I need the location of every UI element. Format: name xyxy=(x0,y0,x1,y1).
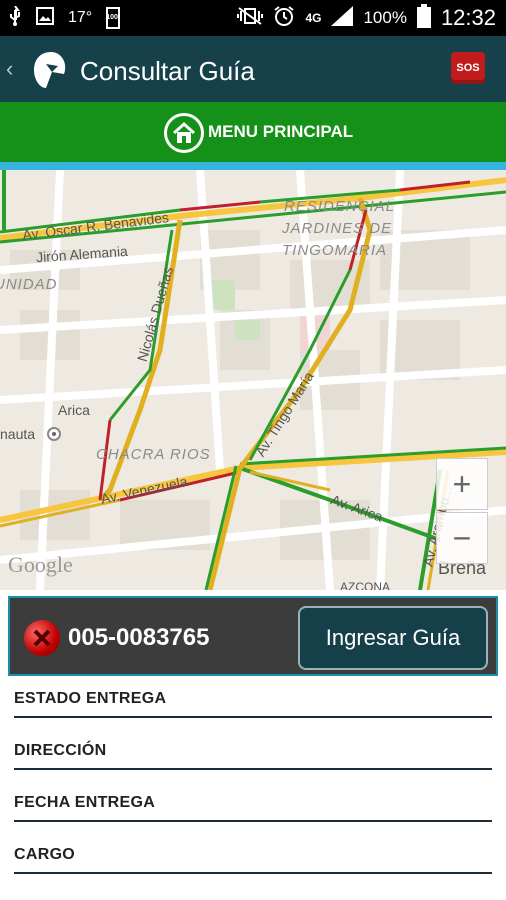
map-label-unidad: UNIDAD xyxy=(0,276,58,293)
menu-principal-label: MENU PRINCIPAL xyxy=(208,122,354,141)
chevron-left-icon[interactable]: ‹ xyxy=(6,56,13,82)
traffic-map[interactable]: Av. Oscar R. Benavides Jirón Alemania RE… xyxy=(0,170,506,590)
map-label-nauta: nauta xyxy=(0,426,36,442)
zoom-out-button[interactable]: − xyxy=(436,512,488,564)
map-label-tingomaria-district: TINGOMARIA xyxy=(282,242,388,259)
network-type: 4G xyxy=(305,11,322,25)
field-label: ESTADO ENTREGA xyxy=(14,690,167,707)
field-label: CARGO xyxy=(14,846,76,863)
divider xyxy=(0,162,506,170)
app-logo-icon[interactable] xyxy=(32,50,70,90)
map-label-residencial: RESIDENCIAL xyxy=(284,198,396,215)
temperature: 17° xyxy=(68,9,93,26)
menu-principal-bar[interactable]: MENU PRINCIPAL xyxy=(0,102,506,162)
app-bar: ‹ Consultar Guía SOS xyxy=(0,36,506,102)
field-underline xyxy=(14,872,492,874)
field-fecha-entrega[interactable]: FECHA ENTREGA xyxy=(14,794,492,822)
guia-number: 005-0083765 xyxy=(68,624,210,651)
battery-icon xyxy=(416,3,431,33)
battery-small-icon: 100 xyxy=(106,7,121,29)
field-label: FECHA ENTREGA xyxy=(14,794,156,811)
field-underline xyxy=(14,716,492,718)
field-estado-entrega[interactable]: ESTADO ENTREGA xyxy=(14,690,492,718)
map-label-chacra-rios: CHACRA RIOS xyxy=(96,446,211,463)
map-label-jardines: JARDINES DE xyxy=(282,220,393,237)
map-label-arica-small: Arica xyxy=(58,402,90,418)
home-icon[interactable] xyxy=(164,113,204,153)
error-x-icon xyxy=(24,620,60,656)
zoom-in-button[interactable]: + xyxy=(436,458,488,510)
field-direccion[interactable]: DIRECCIÓN xyxy=(14,742,492,770)
field-underline xyxy=(14,820,492,822)
signal-icon xyxy=(331,5,354,31)
field-label: DIRECCIÓN xyxy=(14,742,107,759)
alarm-icon xyxy=(273,5,295,32)
clock: 12:32 xyxy=(440,5,496,30)
image-icon xyxy=(36,6,54,30)
google-attribution: Google xyxy=(8,552,73,577)
vibrate-mute-icon xyxy=(237,6,264,31)
usb-icon xyxy=(8,4,22,31)
field-underline xyxy=(14,768,492,770)
map-label-azcona: AZCONA xyxy=(340,580,391,590)
ingresar-guia-button[interactable]: Ingresar Guía xyxy=(298,606,488,670)
guia-panel: 005-0083765 Ingresar Guía xyxy=(8,596,498,676)
field-cargo[interactable]: CARGO xyxy=(14,846,492,874)
sos-button[interactable]: SOS xyxy=(451,52,485,84)
battery-percent: 100% xyxy=(363,8,407,27)
status-bar: 17° 100 4G 100% 12:32 xyxy=(0,0,506,36)
page-title: Consultar Guía xyxy=(80,56,255,86)
